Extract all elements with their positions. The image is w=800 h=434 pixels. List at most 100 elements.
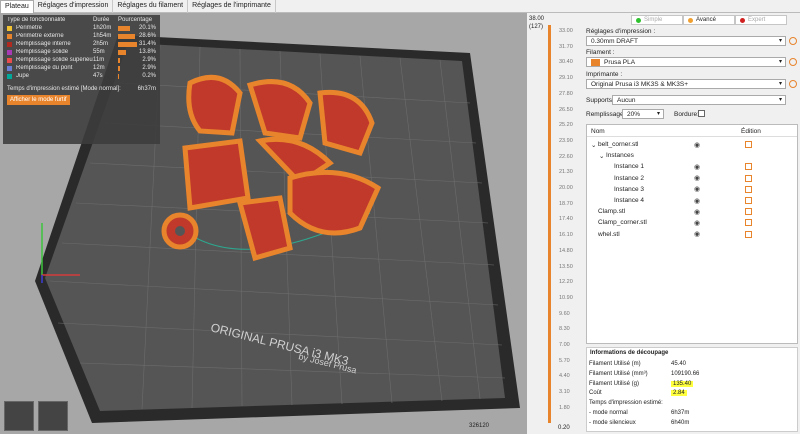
- mode-simple-label: Simple: [644, 17, 663, 23]
- visibility-eye-icon[interactable]: ◉: [694, 163, 700, 171]
- slider-tick-label: 22.60: [559, 153, 573, 160]
- object-list-item[interactable]: ⌄ Instances: [587, 150, 797, 161]
- print-settings-gear-icon[interactable]: [789, 37, 797, 45]
- edit-icon[interactable]: [745, 230, 752, 238]
- layers-view-icon[interactable]: [38, 401, 68, 431]
- visibility-eye-icon[interactable]: ◉: [694, 230, 700, 238]
- legend-percentage: 13.8%: [118, 49, 156, 55]
- legend-label: Jupe: [16, 73, 30, 79]
- object-list-item-label: Instance 2: [614, 174, 644, 182]
- printer-gear-icon[interactable]: [789, 80, 797, 88]
- gcode-position-value: 326120: [469, 423, 490, 429]
- mode-simple-button[interactable]: Simple: [631, 15, 683, 25]
- slider-bottom-value: 0.20: [558, 425, 570, 431]
- slider-tick-label: 27.80: [559, 90, 573, 97]
- visibility-eye-icon[interactable]: ◉: [694, 197, 700, 205]
- slider-track[interactable]: [548, 25, 551, 423]
- legend-row: Remplissage solide supérieur 11m 2.9%: [7, 56, 156, 64]
- chevron-down-icon[interactable]: ⌄: [599, 152, 604, 160]
- legend-percentage-value: 2.9%: [142, 57, 156, 63]
- printer-select[interactable]: Original Prusa i3 MK3S & MK3S+ ▾: [586, 79, 786, 89]
- edit-icon[interactable]: [745, 185, 752, 193]
- mode-advanced-button[interactable]: Avancé: [683, 15, 735, 25]
- tab-print-settings[interactable]: Réglages d'impression: [34, 0, 114, 13]
- filament-select[interactable]: Prusa PLA ▾: [586, 57, 786, 67]
- edit-icon[interactable]: [745, 163, 752, 171]
- 3d-preview[interactable]: ORIGINAL PRUSA i3 MK3 by Josef Prusa Typ…: [0, 13, 527, 434]
- filament-label: Filament :: [586, 49, 615, 56]
- slider-tick-label: 3.10: [559, 389, 570, 396]
- legend-color-swatch: [7, 49, 12, 55]
- view-cube-icon[interactable]: [4, 401, 34, 431]
- object-list-item-label: Instance 1: [614, 163, 644, 171]
- visibility-eye-icon[interactable]: ◉: [694, 185, 700, 193]
- legend-header: Type de fonctionnalité Durée Pourcentage: [7, 17, 156, 23]
- legend-percentage-bar: [118, 25, 131, 31]
- infill-select[interactable]: 20% ▾: [622, 109, 664, 119]
- slider-tick-label: 17.40: [559, 216, 573, 223]
- object-list-item[interactable]: Clamp.stl ◉: [587, 206, 797, 217]
- visibility-eye-icon[interactable]: ◉: [694, 208, 700, 216]
- tab-printer-settings[interactable]: Réglages de l'imprimante: [188, 0, 276, 13]
- object-list-item[interactable]: Instance 4 ◉: [587, 195, 797, 206]
- slider-tick-label: 16.10: [559, 232, 573, 239]
- show-stealth-mode-button[interactable]: Afficher le mode furtif: [7, 95, 70, 105]
- object-list-header: Nom Édition: [587, 126, 797, 137]
- print-settings-value: 0.30mm DRAFT: [591, 37, 638, 45]
- slider-tick-label: 31.70: [559, 43, 573, 50]
- legend-col-time: Durée: [93, 17, 110, 23]
- object-list-item[interactable]: Instance 3 ◉: [587, 184, 797, 195]
- legend-row-label: Jupe: [7, 73, 93, 79]
- edit-icon[interactable]: [745, 219, 752, 227]
- legend-percentage-bar: [118, 33, 136, 39]
- print-settings-select[interactable]: 0.30mm DRAFT ▾: [586, 36, 786, 46]
- visibility-eye-icon[interactable]: ◉: [694, 174, 700, 182]
- object-list-item[interactable]: Instance 2 ◉: [587, 173, 797, 184]
- slicing-info-key: Filament Utilisé (mm³): [589, 370, 648, 377]
- object-list-item[interactable]: whel.stl ◉: [587, 229, 797, 240]
- legend-color-swatch: [7, 73, 12, 79]
- legend-time: 1h20m: [93, 25, 112, 31]
- edit-icon[interactable]: [745, 174, 752, 182]
- brim-checkbox[interactable]: [698, 110, 705, 117]
- chevron-down-icon[interactable]: ⌄: [591, 141, 596, 149]
- slider-tick-label: 13.50: [559, 263, 573, 270]
- slicing-info-row: Filament Utilisé (mm³) 109190.66: [589, 371, 699, 377]
- object-list-item[interactable]: ⌄ belt_corner.stl ◉: [587, 139, 797, 150]
- legend-row: Jupe 47s 0.2%: [7, 72, 156, 80]
- slider-tick-label: 21.30: [559, 169, 573, 176]
- legend-percentage-value: 2.9%: [142, 65, 156, 71]
- edit-icon[interactable]: [745, 141, 752, 148]
- legend-label: Périmètre externe: [16, 33, 64, 39]
- slider-top-value: 38.00: [529, 16, 545, 22]
- layer-slider[interactable]: 38.00 (127) 33.00 31.70 30.40 29.10 27.80 26.…: [469, 13, 584, 434]
- edit-icon[interactable]: [745, 208, 752, 216]
- slider-tick-label: 8.30: [559, 326, 570, 333]
- object-list-col-edit: Édition: [741, 127, 761, 135]
- visibility-eye-icon[interactable]: ◉: [694, 141, 700, 149]
- object-list-item[interactable]: Instance 1 ◉: [587, 161, 797, 172]
- object-list-item[interactable]: Clamp_corner.stl ◉: [587, 217, 797, 228]
- slider-tick-label: 14.80: [559, 247, 573, 254]
- slicing-info: Informations de découpage Filament Utili…: [586, 347, 798, 432]
- legend-label: Périmètre: [16, 25, 43, 31]
- slicing-info-row: Temps d'impression estimé:: [589, 400, 671, 406]
- filament-gear-icon[interactable]: [789, 58, 797, 66]
- slider-tick-label: 10.90: [559, 294, 573, 301]
- legend-percentage-bar: [118, 41, 137, 47]
- object-list-item-label: Instances: [606, 152, 634, 160]
- supports-value: Aucun: [617, 96, 636, 104]
- legend-percentage-value: 20.1%: [138, 25, 156, 31]
- supports-select[interactable]: Aucun ▾: [612, 95, 786, 105]
- legend-percentage: 2.9%: [118, 65, 156, 71]
- visibility-eye-icon[interactable]: ◉: [694, 219, 700, 227]
- legend-color-swatch: [7, 57, 12, 63]
- tab-plater[interactable]: Plateau: [0, 0, 34, 13]
- edit-icon[interactable]: [745, 197, 752, 204]
- legend-percentage-value: 13.8%: [138, 49, 156, 55]
- object-list-col-name: Nom: [591, 127, 605, 135]
- mode-expert-button[interactable]: Expert: [735, 15, 787, 25]
- legend-time-label: Temps d'impression estimé [Mode normal]:: [7, 86, 121, 92]
- tab-filament-settings[interactable]: Réglages du filament: [113, 0, 189, 13]
- slider-tick-label: 18.70: [559, 200, 573, 207]
